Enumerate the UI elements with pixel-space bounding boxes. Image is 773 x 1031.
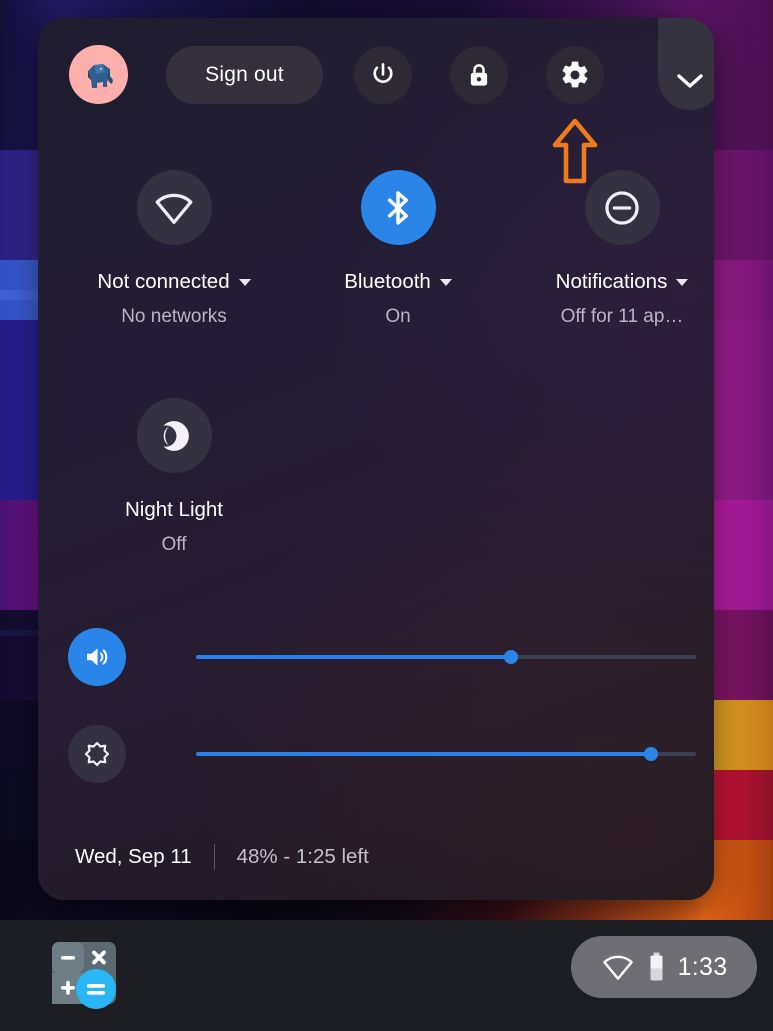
brightness-button[interactable] xyxy=(68,725,126,783)
calculator-app-icon xyxy=(52,942,116,1009)
feature-tile-notifications[interactable]: Notifications Off for 11 ap… xyxy=(510,170,714,328)
bluetooth-icon xyxy=(387,190,409,225)
tile-label-text: Not connected xyxy=(97,270,230,293)
brightness-slider[interactable] xyxy=(196,747,696,761)
slider-thumb[interactable] xyxy=(504,650,518,664)
do-not-disturb-icon xyxy=(605,190,639,225)
lock-button[interactable] xyxy=(450,46,508,104)
power-icon xyxy=(373,63,393,83)
tile-sublabel: Off for 11 ap… xyxy=(560,306,684,327)
brightness-slider-row xyxy=(38,715,714,812)
tile-icon-container xyxy=(136,170,212,245)
quick-settings-header: Sign out xyxy=(38,18,714,136)
quick-settings-footer: Wed, Sep 11 48% - 1:25 left xyxy=(38,814,714,900)
lock-icon xyxy=(470,64,488,86)
moon-icon xyxy=(159,420,189,451)
gear-icon xyxy=(562,61,588,88)
chevron-down-icon[interactable] xyxy=(439,278,452,286)
tile-label-text: Bluetooth xyxy=(344,270,431,293)
tile-sublabel: Off xyxy=(161,534,187,555)
tile-label-row: Bluetooth xyxy=(344,270,452,294)
date-label[interactable]: Wed, Sep 11 xyxy=(75,845,192,869)
desktop: Sign out Not connected No networks Bluet… xyxy=(0,0,773,1031)
tile-label-text: Notifications xyxy=(555,270,668,293)
power-button[interactable] xyxy=(354,46,412,104)
tile-icon-container xyxy=(360,170,436,245)
slider-fill xyxy=(196,752,651,756)
tile-icon-container xyxy=(136,398,212,473)
feature-tile-network[interactable]: Not connected No networks xyxy=(62,170,286,328)
clock-label: 1:33 xyxy=(677,952,728,981)
elephant-avatar-icon xyxy=(87,63,113,88)
volume-up-icon xyxy=(87,648,108,666)
tile-sublabel: No networks xyxy=(121,306,227,327)
battery-status-label[interactable]: 48% - 1:25 left xyxy=(237,845,369,869)
tile-label-row: Night Light xyxy=(125,498,223,522)
volume-mute-button[interactable] xyxy=(68,628,126,686)
wifi-no-connection-icon xyxy=(155,193,193,224)
chevron-down-icon xyxy=(677,74,703,88)
settings-highlight-arrow xyxy=(552,118,598,184)
feature-tile-grid: Not connected No networks Bluetooth On N… xyxy=(38,170,714,626)
tile-label-text: Night Light xyxy=(124,498,223,521)
chevron-down-icon[interactable] xyxy=(238,278,251,286)
tile-label-row: Notifications xyxy=(556,270,689,294)
chevron-down-icon[interactable] xyxy=(676,278,689,286)
tile-sublabel: On xyxy=(385,306,411,327)
brightness-icon xyxy=(84,741,110,767)
feature-tile-night-light[interactable]: Night Light Off xyxy=(62,398,286,556)
volume-slider[interactable] xyxy=(196,650,696,664)
wifi-no-connection-icon xyxy=(602,955,633,980)
footer-divider xyxy=(213,844,215,870)
tile-label-row: Not connected xyxy=(97,270,251,294)
battery-half-icon xyxy=(650,952,663,981)
calculator-app-icon[interactable] xyxy=(50,940,118,1012)
sign-out-button[interactable]: Sign out xyxy=(166,46,323,104)
feature-tile-row: Not connected No networks Bluetooth On N… xyxy=(38,170,714,398)
slider-group xyxy=(38,618,714,812)
feature-tile-bluetooth[interactable]: Bluetooth On xyxy=(286,170,510,328)
status-tray[interactable]: 1:33 xyxy=(571,936,757,998)
feature-tile-row: Night Light Off xyxy=(38,398,714,626)
collapse-button[interactable] xyxy=(658,18,714,110)
user-avatar[interactable] xyxy=(69,45,128,104)
quick-settings-panel: Sign out Not connected No networks Bluet… xyxy=(38,18,714,900)
slider-fill xyxy=(196,655,511,659)
settings-button[interactable] xyxy=(546,46,604,104)
slider-thumb[interactable] xyxy=(644,747,658,761)
volume-slider-row xyxy=(38,618,714,715)
